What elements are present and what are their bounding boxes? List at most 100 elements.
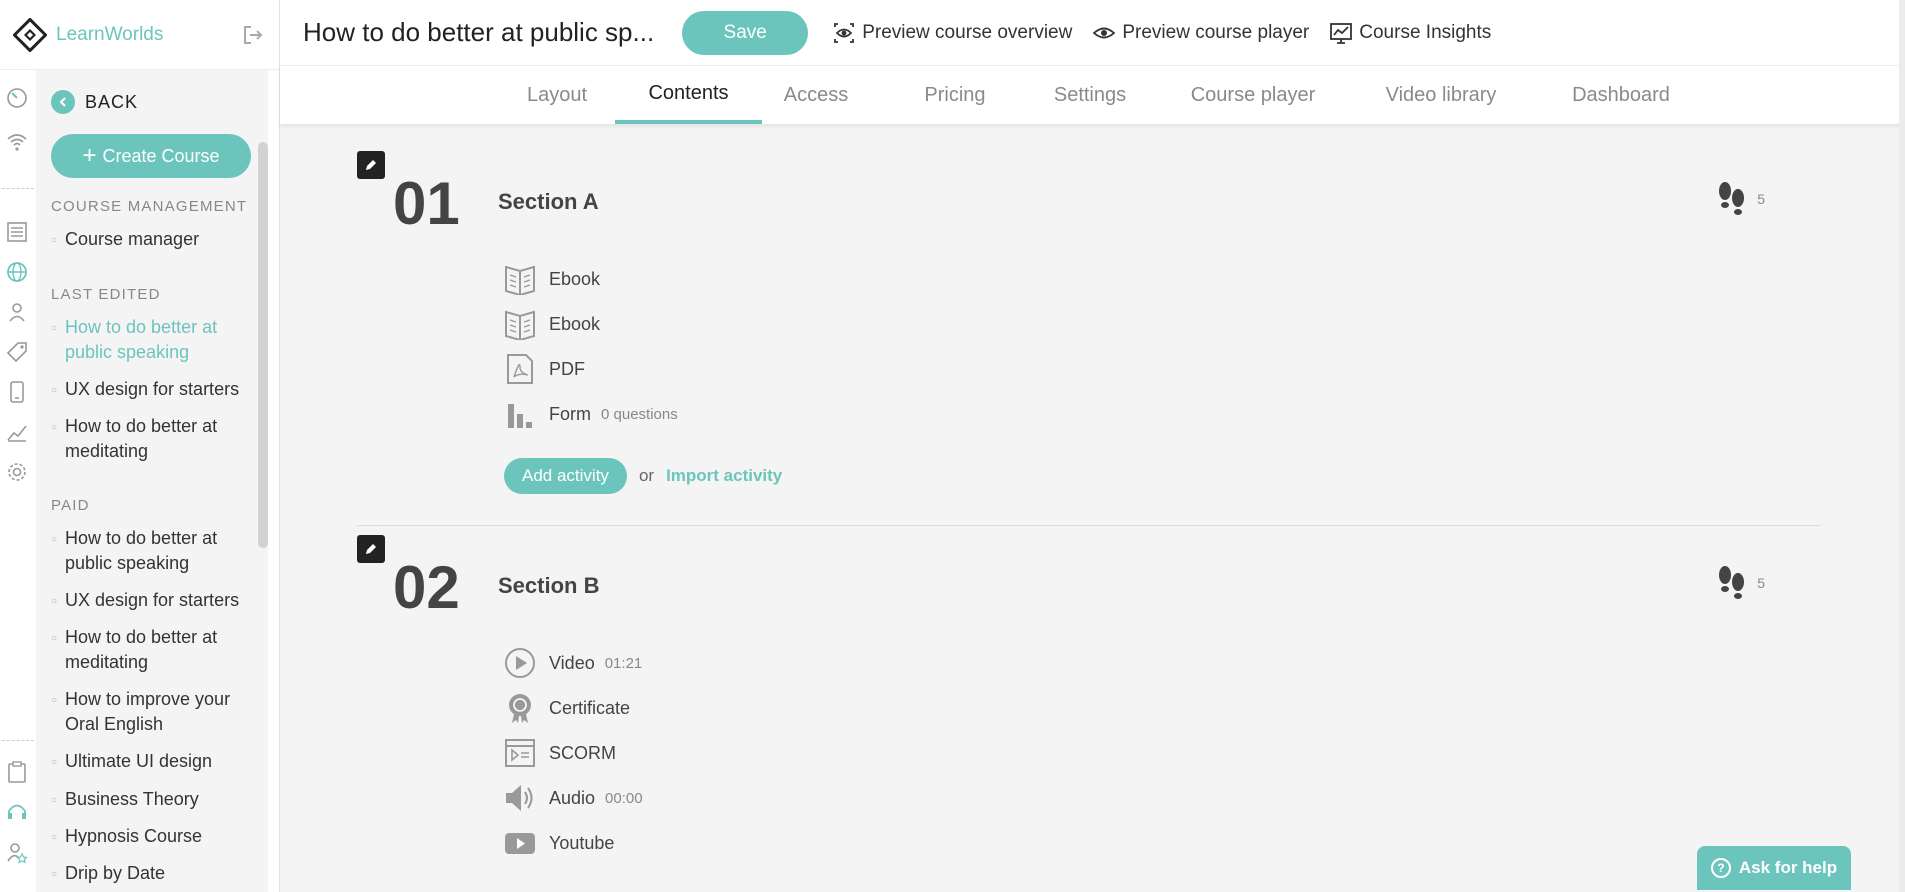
sidebar-item-label: How to do better at meditating	[65, 416, 218, 461]
tab-contents[interactable]: Contents	[615, 66, 762, 124]
footsteps-icon	[1719, 182, 1745, 215]
pencil-edit-icon[interactable]	[357, 535, 385, 563]
tab-layout[interactable]: Layout	[509, 66, 605, 124]
activity-item[interactable]: Audio 00:00	[504, 780, 643, 816]
activity-item[interactable]: Certificate	[504, 690, 630, 726]
back-button[interactable]: BACK	[51, 90, 138, 114]
tab-course-player[interactable]: Course player	[1179, 66, 1327, 124]
globe-icon[interactable]	[3, 258, 31, 286]
sidebar-item-last-edited[interactable]: ○ UX design for starters	[51, 377, 261, 403]
sidebar-item-paid[interactable]: ○ How to improve your Oral English	[51, 687, 261, 737]
tab-settings[interactable]: Settings	[1042, 66, 1138, 124]
ask-for-help-button[interactable]: ? Ask for help	[1697, 846, 1851, 890]
sidebar-scrollbar[interactable]	[258, 142, 268, 548]
tab-bar: Layout Contents Access Pricing Settings …	[280, 66, 1905, 124]
tab-pricing[interactable]: Pricing	[910, 66, 1000, 124]
learnworlds-logo-icon[interactable]	[12, 17, 48, 53]
add-activity-button[interactable]: Add activity	[504, 458, 627, 494]
back-label: BACK	[85, 91, 139, 112]
save-button[interactable]: Save	[682, 10, 809, 55]
tab-video-library[interactable]: Video library	[1368, 66, 1514, 124]
sidebar-item-last-edited[interactable]: ○ How to do better at public speaking	[51, 315, 261, 365]
course-insights-link[interactable]: Course Insights	[1329, 21, 1491, 45]
bullet-icon: ○	[51, 323, 58, 334]
preview-eye-icon	[832, 21, 856, 45]
section-title[interactable]: Section A	[498, 189, 599, 215]
contents-panel: 01 Section A 5 Ebook Ebook PDF Form 0 qu…	[280, 124, 1905, 892]
bullet-icon: ○	[51, 757, 58, 768]
activity-name: Certificate	[549, 697, 631, 718]
sidebar-item-paid[interactable]: ○ Ultimate UI design	[51, 749, 261, 775]
sidebar-item-paid[interactable]: ○ How to do better at meditating	[51, 625, 261, 675]
preview-course-overview-label: Preview course overview	[862, 21, 1073, 43]
speedometer-icon[interactable]	[3, 84, 31, 112]
tag-icon[interactable]	[3, 338, 31, 366]
import-activity-link[interactable]: Import activity	[666, 466, 782, 486]
sidebar-item-paid[interactable]: ○ UX design for starters	[51, 588, 261, 614]
user-icon[interactable]	[3, 298, 31, 326]
main-area: How to do better at public sp... Save Pr…	[280, 0, 1905, 892]
bullet-icon: ○	[51, 695, 58, 706]
gear-icon[interactable]	[3, 458, 31, 486]
section-number: 02	[393, 554, 460, 621]
help-question-icon: ?	[1710, 858, 1731, 878]
main-scrollbar[interactable]	[1899, 0, 1905, 892]
logout-icon[interactable]	[241, 23, 265, 47]
add-activity-row: Add activity or Import activity	[504, 458, 782, 494]
pencil-edit-icon[interactable]	[357, 151, 385, 179]
activity-item[interactable]: PDF	[504, 351, 585, 387]
footsteps-icon	[1719, 566, 1745, 599]
plus-icon: +	[82, 142, 97, 169]
section-title[interactable]: Section B	[498, 573, 599, 599]
top-bar: How to do better at public sp... Save Pr…	[280, 0, 1905, 66]
bullet-icon: ○	[51, 534, 58, 545]
bullet-icon: ○	[51, 795, 58, 806]
youtube-icon	[504, 827, 536, 859]
mobile-icon[interactable]	[3, 378, 31, 406]
sidebar-item-course-manager[interactable]: ○ Course manager	[51, 227, 261, 253]
sidebar-menu: BACK + Create Course COURSE MANAGEMENT ○ C…	[36, 70, 268, 892]
create-course-button[interactable]: + Create Course	[51, 134, 251, 178]
wifi-icon[interactable]	[3, 128, 31, 156]
tab-access[interactable]: Access	[775, 66, 857, 124]
sidebar-item-label: Hypnosis Course	[65, 826, 203, 846]
user-star-icon[interactable]	[3, 838, 31, 866]
bullet-icon: ○	[51, 235, 58, 246]
video-icon	[504, 647, 536, 679]
bullet-icon: ○	[51, 385, 58, 396]
headset-icon[interactable]	[3, 798, 31, 826]
certificate-icon	[504, 692, 536, 724]
rail-divider-bottom	[2, 740, 34, 741]
logo-row: LearnWorlds	[0, 0, 279, 70]
tab-dashboard[interactable]: Dashboard	[1556, 66, 1686, 124]
activity-item[interactable]: SCORM	[504, 735, 616, 771]
activity-item[interactable]: Youtube	[504, 825, 614, 861]
activity-item[interactable]: Form 0 questions	[504, 396, 678, 432]
activity-item[interactable]: Ebook	[504, 261, 600, 297]
sidebar-item-label: How to improve your Oral English	[65, 689, 231, 734]
section-number: 01	[393, 170, 460, 237]
activity-name: PDF	[549, 358, 585, 379]
activity-item[interactable]: Ebook	[504, 306, 600, 342]
section-steps: 5	[1715, 563, 1765, 603]
clipboard-icon[interactable]	[3, 758, 31, 786]
sidebar-item-label: Course manager	[65, 229, 200, 249]
activity-meta: 00:00	[605, 789, 643, 807]
sidebar-item-paid[interactable]: ○ How to do better at public speaking	[51, 526, 261, 576]
preview-course-player-link[interactable]: Preview course player	[1092, 21, 1309, 45]
course-management-heading: COURSE MANAGEMENT	[51, 198, 248, 215]
ebook-icon	[504, 308, 536, 340]
audio-icon	[504, 782, 536, 814]
sidebar-item-paid[interactable]: ○ Business Theory	[51, 787, 261, 813]
activity-name: SCORM	[549, 742, 616, 763]
sidebar-item-last-edited[interactable]: ○ How to do better at meditating	[51, 414, 261, 464]
courses-icon[interactable]	[3, 218, 31, 246]
sidebar-item-paid[interactable]: ○ Drip by Date	[51, 861, 261, 887]
activity-name: Video	[549, 652, 595, 673]
chevron-left-icon	[51, 90, 75, 114]
analytics-icon[interactable]	[3, 418, 31, 446]
activity-name: Ebook	[549, 268, 601, 289]
sidebar-item-paid[interactable]: ○ Hypnosis Course	[51, 824, 261, 850]
preview-course-overview-link[interactable]: Preview course overview	[832, 21, 1072, 45]
activity-item[interactable]: Video 01:21	[504, 645, 642, 681]
